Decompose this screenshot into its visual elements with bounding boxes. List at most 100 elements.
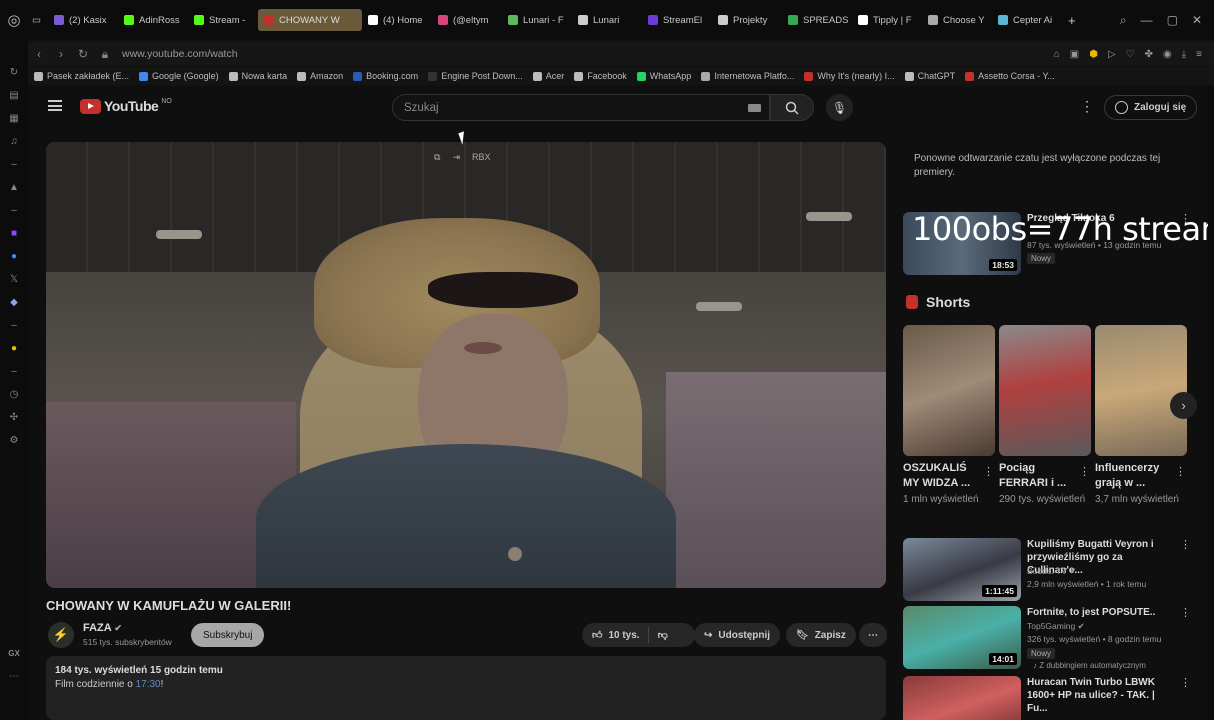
snapshot-icon[interactable]: ▣ xyxy=(1070,49,1079,60)
back-icon[interactable]: ‹ xyxy=(28,47,50,61)
related-video[interactable]: 1:11:45 Kupiliśmy Bugatti Veyron i przyw… xyxy=(903,538,1203,602)
bookmark-item[interactable]: Nowa karta xyxy=(228,71,287,81)
short-thumbnail[interactable] xyxy=(1095,325,1187,456)
minimize-icon[interactable]: — xyxy=(1141,13,1153,28)
browser-logo-icon[interactable]: ◎ xyxy=(0,6,28,34)
tab-item[interactable]: SPREADS xyxy=(782,9,852,31)
bookmark-item[interactable]: Booking.com xyxy=(353,71,418,81)
short-options-icon[interactable]: ⋮ xyxy=(1175,465,1186,478)
aria-icon[interactable]: ▲ xyxy=(6,179,22,195)
tab-item[interactable]: Lunari xyxy=(572,9,642,31)
video-thumbnail[interactable] xyxy=(903,676,1021,720)
exit-icon[interactable]: ⇥ xyxy=(452,152,460,163)
bookmark-item[interactable]: Amazon xyxy=(297,71,343,81)
tab-item[interactable]: Lunari - F xyxy=(502,9,572,31)
short-item[interactable]: OSZUKALIŚ MY WIDZA ... 1 mln wyświetleń … xyxy=(903,325,995,505)
bookmark-item[interactable]: WhatsApp xyxy=(636,71,691,81)
youtube-logo[interactable]: YouTube NO xyxy=(80,98,172,114)
description-time-link[interactable]: 17:30 xyxy=(136,679,161,690)
tab-item[interactable]: Stream - xyxy=(188,9,258,31)
save-button[interactable]: 🔖︎ Zapisz xyxy=(786,623,856,647)
bookmark-item[interactable]: Why It's (nearly) I... xyxy=(804,71,895,81)
tasks-icon[interactable]: ▦ xyxy=(6,110,22,126)
maximize-icon[interactable]: ▢ xyxy=(1167,13,1178,28)
settings-dots-icon[interactable]: ⋮ xyxy=(1080,98,1094,115)
forward-icon[interactable]: › xyxy=(50,47,72,61)
share-button[interactable]: ↪ Udostępnij xyxy=(694,623,781,647)
tab-item[interactable]: AdinRoss xyxy=(118,9,188,31)
bookmark-item[interactable]: Facebook xyxy=(574,71,627,81)
keyboard-icon[interactable] xyxy=(748,104,761,112)
video-options-icon[interactable]: ⋮ xyxy=(1180,676,1191,689)
tab-item[interactable]: (4) Home xyxy=(362,9,432,31)
short-item[interactable]: Influencerzy grają w ... 3,7 mln wyświet… xyxy=(1095,325,1187,505)
channel-name[interactable]: FAZA ✔ xyxy=(83,622,122,634)
bookmark-item[interactable]: Google (Google) xyxy=(139,71,219,81)
heart-icon[interactable]: ♡ xyxy=(1126,49,1135,60)
account-icon[interactable]: ◉ xyxy=(1163,49,1172,60)
video-options-icon[interactable]: ⋮ xyxy=(1180,606,1191,619)
scrollbar[interactable] xyxy=(1208,86,1214,720)
extension-icon[interactable]: ✤ xyxy=(1145,49,1153,60)
close-icon[interactable]: ✕ xyxy=(1192,13,1202,28)
x-icon[interactable]: 𝕏 xyxy=(6,271,22,287)
tab-item[interactable]: Tipply | F xyxy=(852,9,922,31)
tab-item[interactable]: (@eltym xyxy=(432,9,502,31)
short-item[interactable]: Pociąg FERRARI i ... 290 tys. wyświetleń… xyxy=(999,325,1091,505)
bookmark-item[interactable]: Acer xyxy=(532,71,564,81)
popout-icon[interactable]: ⧉ xyxy=(434,152,440,163)
refresh-sidebar-icon[interactable]: ↻ xyxy=(6,64,22,80)
search-button[interactable] xyxy=(770,94,814,121)
bookmark-item[interactable]: Engine Post Down... xyxy=(428,71,523,81)
menu-icon[interactable]: ≡ xyxy=(1196,49,1202,60)
channel-avatar[interactable]: ⚡ xyxy=(48,622,74,648)
video-player[interactable]: ⧉ ⇥ RBX xyxy=(46,142,886,588)
tab-item[interactable]: (2) Kasix xyxy=(48,9,118,31)
bookmark-item[interactable]: ChatGPT xyxy=(904,71,955,81)
tab-item[interactable]: StreamEl xyxy=(642,9,712,31)
video-title[interactable]: Huracan Twin Turbo LBWK 1600+ HP na ulic… xyxy=(1027,676,1175,715)
twitch-icon[interactable]: ■ xyxy=(6,225,22,241)
more-icon[interactable]: ⋯ xyxy=(6,668,22,684)
search-input[interactable]: Szukaj xyxy=(392,94,770,121)
microphone-icon[interactable]: 🎙︎ xyxy=(826,94,853,121)
video-options-icon[interactable]: ⋮ xyxy=(1180,538,1191,551)
download-icon[interactable]: ⤓ xyxy=(1182,49,1186,60)
url-field[interactable]: www.youtube.com/watch xyxy=(122,48,238,60)
channel-name[interactable]: Top5Gaming ✔ xyxy=(1027,621,1085,632)
lock-icon[interactable]: 🔒︎ xyxy=(94,47,116,62)
short-options-icon[interactable]: ⋮ xyxy=(1079,465,1090,478)
short-title[interactable]: Influencerzy grają w ... xyxy=(1095,461,1175,491)
bookmark-item[interactable]: Assetto Corsa - Y... xyxy=(965,71,1055,81)
dislike-button[interactable]: 👎︎ xyxy=(649,629,668,641)
search-tabs-icon[interactable]: ⌕ xyxy=(1120,13,1127,28)
gx-label[interactable]: GX xyxy=(6,645,22,661)
tab-item[interactable]: CHOWANY W xyxy=(258,9,362,31)
like-button[interactable]: 👍︎ 10 tys. xyxy=(582,627,649,643)
video-thumbnail[interactable]: 1:11:45 xyxy=(903,538,1021,601)
shorts-next-button[interactable]: › xyxy=(1170,392,1197,419)
tab-item[interactable]: Cepter Ai xyxy=(992,9,1062,31)
short-title[interactable]: OSZUKALIŚ MY WIDZA ... xyxy=(903,461,983,491)
subscribe-button[interactable]: Subskrybuj xyxy=(191,623,265,647)
tab-item[interactable]: Choose Y xyxy=(922,9,992,31)
related-video[interactable]: 14:01 Fortnite, to jest POPSUTE.. Top5Ga… xyxy=(903,606,1203,670)
video-thumbnail[interactable]: 14:01 xyxy=(903,606,1021,669)
pin-icon[interactable]: ⌂ xyxy=(1054,49,1060,60)
related-video[interactable]: Huracan Twin Turbo LBWK 1600+ HP na ulic… xyxy=(903,676,1203,720)
more-actions-button[interactable]: ⋯ xyxy=(859,623,887,647)
new-tab-button[interactable]: + xyxy=(1062,9,1082,31)
bag-icon[interactable]: ▤ xyxy=(6,87,22,103)
discord-icon[interactable]: ◆ xyxy=(6,294,22,310)
sidebar-app-icon[interactable]: ● xyxy=(6,340,22,356)
short-options-icon[interactable]: ⋮ xyxy=(983,465,994,478)
short-thumbnail[interactable] xyxy=(999,325,1091,456)
hamburger-menu-icon[interactable] xyxy=(48,100,62,111)
reload-icon[interactable]: ↻ xyxy=(72,47,94,61)
tab-switcher-icon[interactable]: ▭ xyxy=(28,9,48,31)
vpn-icon[interactable]: ⬢ xyxy=(1089,49,1098,60)
play-icon[interactable]: ▷ xyxy=(1108,49,1116,60)
extensions-icon[interactable]: ✣ xyxy=(6,409,22,425)
short-title[interactable]: Pociąg FERRARI i ... xyxy=(999,461,1079,491)
video-description[interactable]: 184 tys. wyświetleń 15 godzin temu Film … xyxy=(46,656,886,720)
